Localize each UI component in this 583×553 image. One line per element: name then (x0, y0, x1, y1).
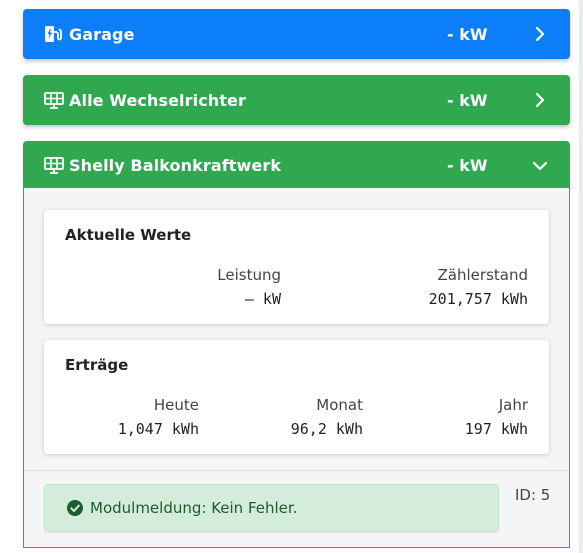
row-title: Garage (69, 24, 135, 44)
meter-value: 201,757 kWh (428, 290, 528, 308)
chevron-down-icon[interactable] (532, 158, 548, 174)
solar-panel-icon (44, 92, 64, 109)
card-title: Erträge (65, 356, 129, 374)
check-circle-icon (67, 500, 83, 516)
row-power: - kW (447, 155, 488, 175)
scrollbar-track[interactable] (579, 0, 583, 553)
card-title: Aktuelle Werte (65, 226, 192, 244)
row-title: Alle Wechselrichter (69, 90, 246, 110)
chevron-right-icon[interactable] (532, 26, 548, 42)
inverter-row-all[interactable]: Alle Wechselrichter - kW (23, 75, 570, 125)
meter-label: Zählerstand (437, 266, 528, 284)
row-power: - kW (447, 24, 488, 44)
row-power: - kW (447, 90, 488, 110)
chevron-right-icon[interactable] (532, 92, 548, 108)
month-label: Monat (316, 396, 363, 414)
charge-point-row-garage[interactable]: Garage - kW (23, 9, 570, 59)
power-value: – kW (244, 290, 281, 308)
today-value: 1,047 kWh (117, 420, 199, 438)
ev-charger-icon (45, 26, 62, 42)
inverter-id: ID: 5 (515, 486, 551, 504)
yields-card: Erträge Heute 1,047 kWh Monat 96,2 kWh J… (44, 340, 549, 454)
solar-panel-icon (44, 157, 64, 174)
inverter-row-shelly[interactable]: Shelly Balkonkraftwerk - kW (23, 141, 570, 189)
status-message: Modulmeldung: Kein Fehler. (90, 499, 298, 517)
module-status-alert: Modulmeldung: Kein Fehler. (44, 484, 499, 532)
month-value: 96,2 kWh (290, 420, 363, 438)
current-values-card: Aktuelle Werte Leistung – kW Zählerstand… (44, 210, 549, 324)
year-value: 197 kWh (464, 420, 528, 438)
today-label: Heute (153, 396, 199, 414)
year-label: Jahr (498, 396, 528, 414)
power-label: Leistung (217, 266, 281, 284)
divider (24, 470, 569, 471)
row-title: Shelly Balkonkraftwerk (69, 155, 282, 175)
